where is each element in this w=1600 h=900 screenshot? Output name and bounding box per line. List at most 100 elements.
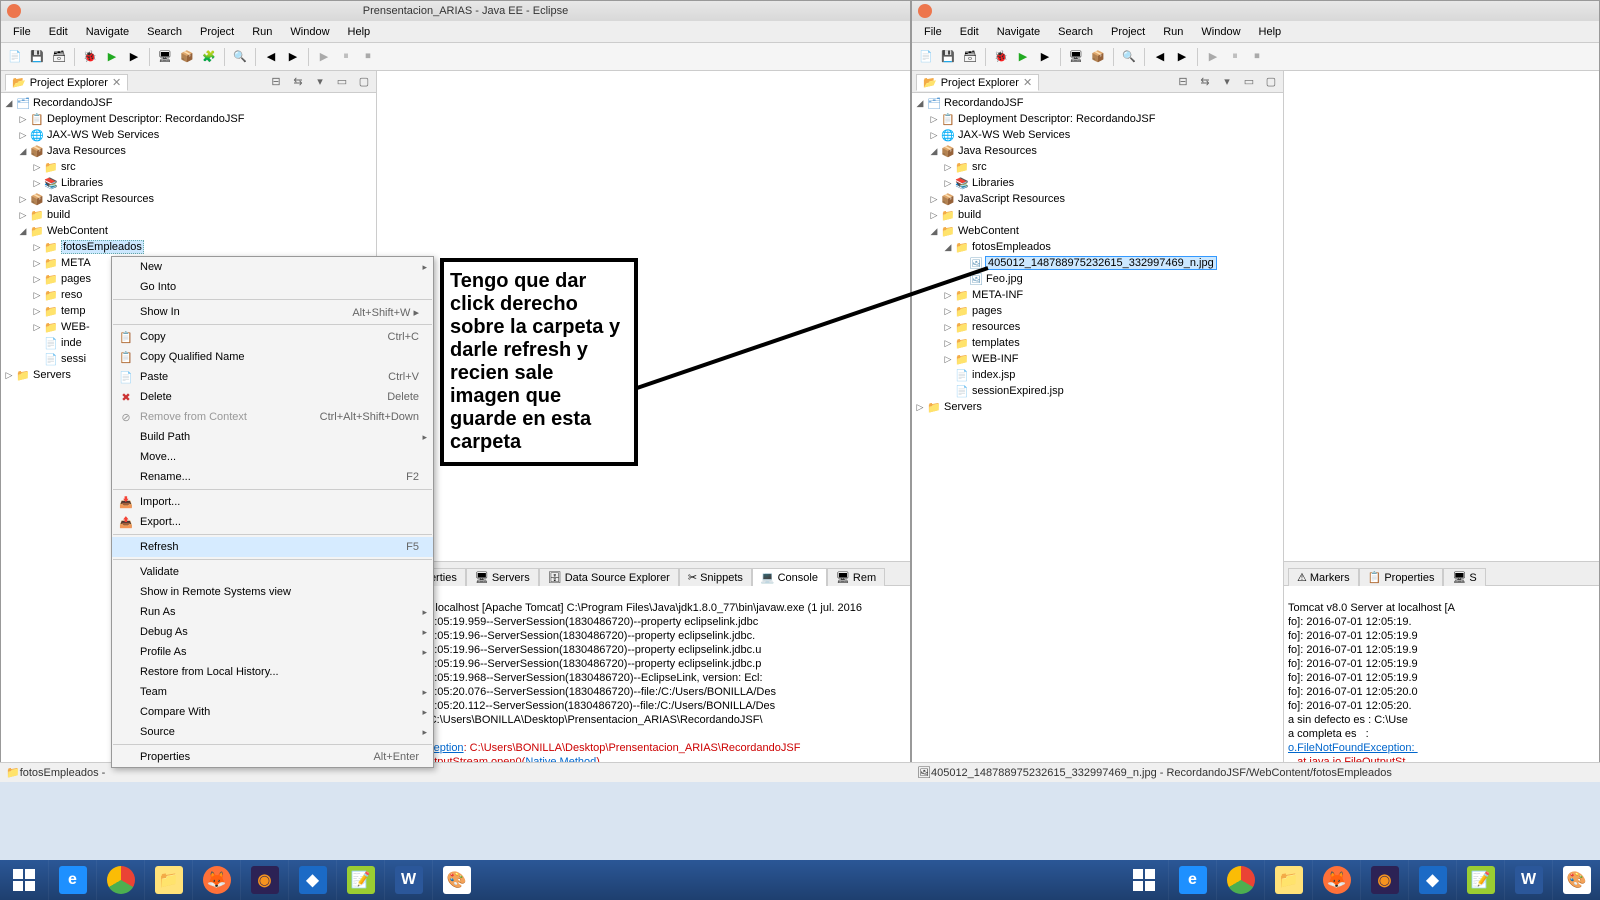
tree-temp[interactable]: temp — [61, 305, 85, 317]
taskbar-ie[interactable]: e — [1168, 860, 1216, 900]
menu-file[interactable]: File — [916, 24, 950, 40]
taskbar-word[interactable]: W — [1504, 860, 1552, 900]
tree-project[interactable]: RecordandoJSF — [33, 97, 113, 109]
taskbar-word[interactable]: W — [384, 860, 432, 900]
tree-build[interactable]: build — [958, 209, 981, 221]
tree-meta[interactable]: META-INF — [972, 289, 1023, 301]
ctx-go-into[interactable]: Go Into — [112, 277, 433, 297]
menu-edit[interactable]: Edit — [41, 24, 76, 40]
tab-console[interactable]: 💻 Console — [752, 568, 827, 586]
taskbar-explorer[interactable]: 📁 — [144, 860, 192, 900]
save-button[interactable]: 💾 — [938, 47, 958, 67]
tree-src[interactable]: src — [972, 161, 987, 173]
close-icon[interactable]: ✕ — [1023, 76, 1032, 89]
pause-button[interactable]: ⏸ — [336, 47, 356, 67]
tab-rem[interactable]: 🖥 Rem — [827, 568, 885, 586]
ctx-team[interactable]: Team▸ — [112, 682, 433, 702]
taskbar-chrome[interactable] — [96, 860, 144, 900]
run-ext-button[interactable]: ▶ — [124, 47, 144, 67]
tree-project[interactable]: RecordandoJSF — [944, 97, 1024, 109]
menu-search[interactable]: Search — [1050, 24, 1101, 40]
taskbar[interactable]: e 📁 🦊 ◉ ◆ 📝 W 🎨 e 📁 🦊 ◉ ◆ 📝 W 🎨 — [0, 860, 1600, 900]
ctx-source[interactable]: Source▸ — [112, 722, 433, 742]
fwd-button[interactable]: ▶ — [1172, 47, 1192, 67]
menu-run[interactable]: Run — [244, 24, 280, 40]
taskbar-eclipse[interactable]: ◉ — [1360, 860, 1408, 900]
ctx-rename[interactable]: Rename...F2 — [112, 467, 433, 487]
menu-help[interactable]: Help — [1251, 24, 1290, 40]
tree-pages[interactable]: pages — [61, 273, 91, 285]
tree-dd[interactable]: Deployment Descriptor: RecordandoJSF — [958, 113, 1155, 125]
tree-jres[interactable]: Java Resources — [958, 145, 1037, 157]
resume-button[interactable]: ▶ — [1203, 47, 1223, 67]
search-button[interactable]: 🔍 — [230, 47, 250, 67]
tree-sess[interactable]: sessionExpired.jsp — [972, 385, 1064, 397]
tree-fotos[interactable]: fotosEmpleados — [972, 241, 1051, 253]
ctx-properties[interactable]: PropertiesAlt+Enter — [112, 747, 433, 767]
tree-build[interactable]: build — [47, 209, 70, 221]
tab-markers[interactable]: ⚠ Markers — [1288, 568, 1359, 586]
pause-button[interactable]: ⏸ — [1225, 47, 1245, 67]
start-button[interactable] — [0, 860, 48, 900]
debug-button[interactable]: 🐞 — [991, 47, 1011, 67]
taskbar-firefox[interactable]: 🦊 — [1312, 860, 1360, 900]
menu-edit[interactable]: Edit — [952, 24, 987, 40]
tree-src[interactable]: src — [61, 161, 76, 173]
ctx-paste[interactable]: 📄PasteCtrl+V — [112, 367, 433, 387]
ctx-debug-as[interactable]: Debug As▸ — [112, 622, 433, 642]
ctx-copy[interactable]: 📋CopyCtrl+C — [112, 327, 433, 347]
taskbar-netbeans[interactable]: ◆ — [288, 860, 336, 900]
tab-snippets[interactable]: ✂ Snippets — [679, 568, 752, 586]
tree-index[interactable]: inde — [61, 337, 82, 349]
tree-webc[interactable]: WebContent — [47, 225, 108, 237]
taskbar-paint[interactable]: 🎨 — [1552, 860, 1600, 900]
start-button[interactable] — [1120, 860, 1168, 900]
new-server-button[interactable]: 🖥 — [155, 47, 175, 67]
tree-webc[interactable]: WebContent — [958, 225, 1019, 237]
tree-jsres[interactable]: JavaScript Resources — [958, 193, 1065, 205]
run-button[interactable]: ▶ — [102, 47, 122, 67]
menu-help[interactable]: Help — [340, 24, 379, 40]
project-explorer-tab[interactable]: 📂 Project Explorer ✕ — [5, 74, 128, 91]
console-output[interactable]: Tomcat v8.0 Server at localhost [A fo]: … — [1284, 586, 1599, 781]
menu-window[interactable]: Window — [282, 24, 337, 40]
stop-button[interactable]: ⏹ — [1247, 47, 1267, 67]
tree-resources[interactable]: resources — [972, 321, 1020, 333]
link-editor-icon[interactable]: ⇆ — [1197, 74, 1213, 90]
menu-search[interactable]: Search — [139, 24, 190, 40]
save-button[interactable]: 💾 — [27, 47, 47, 67]
ctx-delete[interactable]: ✖DeleteDelete — [112, 387, 433, 407]
ctx-restore[interactable]: Restore from Local History... — [112, 662, 433, 682]
view-menu-icon[interactable]: ▾ — [1219, 74, 1235, 90]
tree-libs[interactable]: Libraries — [972, 177, 1014, 189]
ctx-refresh[interactable]: RefreshF5 — [112, 537, 433, 557]
tree-right[interactable]: ◢🗂RecordandoJSF ▷📋Deployment Descriptor:… — [912, 93, 1283, 781]
minimize-icon[interactable]: ▭ — [334, 74, 350, 90]
taskbar-notepad[interactable]: 📝 — [336, 860, 384, 900]
fwd-button[interactable]: ▶ — [283, 47, 303, 67]
new-pkg-button[interactable]: 📦 — [1088, 47, 1108, 67]
stop-button[interactable]: ⏹ — [358, 47, 378, 67]
console-output[interactable]: ) Server at localhost [Apache Tomcat] C:… — [377, 586, 910, 781]
menu-run[interactable]: Run — [1155, 24, 1191, 40]
tree-sess[interactable]: sessi — [61, 353, 86, 365]
run-button[interactable]: ▶ — [1013, 47, 1033, 67]
new-class-button[interactable]: 🧩 — [199, 47, 219, 67]
menu-file[interactable]: File — [5, 24, 39, 40]
ctx-export[interactable]: 📤Export... — [112, 512, 433, 532]
debug-button[interactable]: 🐞 — [80, 47, 100, 67]
ctx-show-remote[interactable]: Show in Remote Systems view — [112, 582, 433, 602]
tree-libs[interactable]: Libraries — [61, 177, 103, 189]
collapse-all-icon[interactable]: ⊟ — [1175, 74, 1191, 90]
tab-properties[interactable]: 📋 Properties — [1359, 568, 1444, 586]
minimize-icon[interactable]: ▭ — [1241, 74, 1257, 90]
tree-meta[interactable]: META — [61, 257, 91, 269]
tree-webinf[interactable]: WEB-INF — [972, 353, 1018, 365]
menu-project[interactable]: Project — [192, 24, 242, 40]
taskbar-ie[interactable]: e — [48, 860, 96, 900]
close-icon[interactable]: ✕ — [112, 76, 121, 89]
tree-jsres[interactable]: JavaScript Resources — [47, 193, 154, 205]
tab-dse[interactable]: 🗄 Data Source Explorer — [539, 568, 679, 586]
tree-img1[interactable]: 405012_148788975232615_332997469_n.jpg — [986, 257, 1216, 269]
tab-servers[interactable]: 🖥 Servers — [466, 568, 539, 586]
